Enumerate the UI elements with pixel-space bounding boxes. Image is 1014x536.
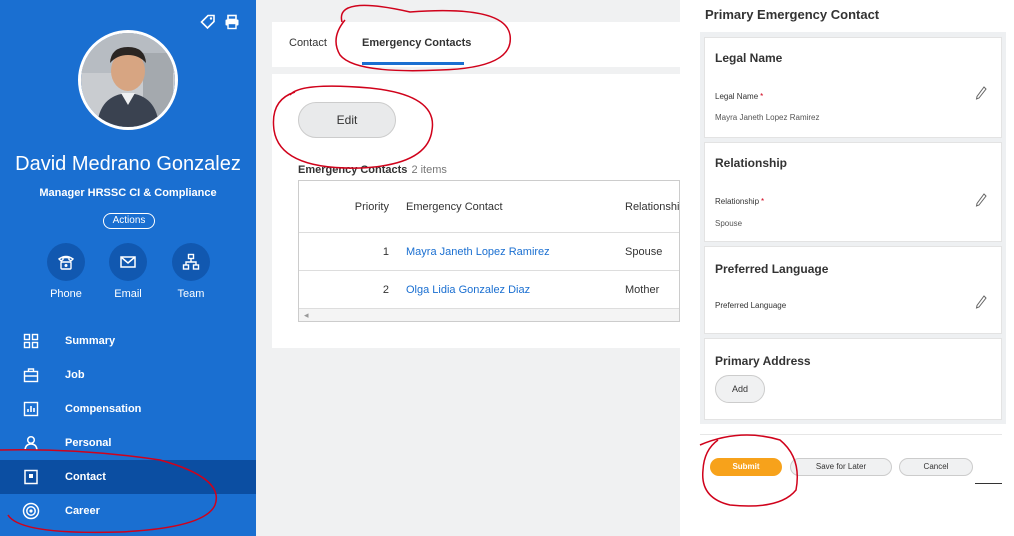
field-value: Spouse	[715, 219, 743, 228]
cell-relationship: Spouse	[625, 245, 663, 258]
actions-button[interactable]: Actions	[103, 213, 155, 229]
required-marker: *	[760, 92, 764, 101]
phone-icon[interactable]	[47, 243, 85, 281]
quick-action-phone[interactable]: Phone	[31, 243, 101, 300]
sidebar-item-career[interactable]: Career	[0, 494, 256, 528]
sidebar-item-label: Compensation	[65, 403, 142, 415]
quick-action-label: Phone	[50, 288, 82, 300]
section-preferred-language: Preferred Language Preferred Language	[704, 246, 1002, 334]
cell-contact-link[interactable]: Mayra Janeth Lopez Ramirez	[406, 246, 550, 258]
edit-button[interactable]: Edit	[298, 102, 396, 138]
print-icon[interactable]	[224, 14, 240, 35]
field-label-text: Relationship	[715, 197, 760, 206]
quick-action-label: Email	[114, 288, 142, 300]
table-title-text: Emergency Contacts	[298, 164, 408, 176]
table-row: 2 Olga Lidia Gonzalez Diaz Mother	[299, 271, 679, 309]
summary-icon	[22, 332, 40, 350]
sidebar-item-label: Job	[65, 369, 85, 381]
team-icon[interactable]	[172, 243, 210, 281]
column-header-contact[interactable]: Emergency Contact	[406, 201, 503, 213]
section-heading: Relationship	[715, 156, 788, 170]
save-for-later-button[interactable]: Save for Later	[790, 458, 892, 476]
tag-icon[interactable]	[200, 14, 216, 35]
submit-button[interactable]: Submit	[710, 458, 782, 476]
job-title: Manager HRSSC CI & Compliance	[39, 187, 217, 199]
sidebar-nav: Summary Job Compensation Personal Contac…	[0, 324, 256, 528]
table-header: Priority Emergency Contact Relationship	[299, 181, 679, 233]
field-value: Mayra Janeth Lopez Ramirez	[715, 113, 820, 122]
sidebar-item-contact[interactable]: Contact	[0, 460, 256, 494]
panel-title: Primary Emergency Contact	[705, 7, 880, 22]
quick-action-team[interactable]: Team	[156, 243, 226, 300]
column-header-priority[interactable]: Priority	[355, 201, 389, 213]
edit-pencil-icon[interactable]	[975, 295, 987, 309]
table-count: 2 items	[411, 164, 447, 176]
contact-icon	[22, 468, 40, 486]
career-icon	[22, 502, 40, 520]
table-title: Emergency Contacts 2 items	[298, 164, 447, 176]
tab-contact[interactable]: Contact	[289, 37, 327, 49]
cell-relationship: Mother	[625, 283, 660, 296]
sidebar-item-compensation[interactable]: Compensation	[0, 392, 256, 426]
quick-action-email[interactable]: Email	[93, 243, 163, 300]
quick-action-label: Team	[177, 288, 205, 300]
job-icon	[22, 366, 40, 384]
edit-pencil-icon[interactable]	[975, 86, 987, 100]
worker-sidebar: David Medrano Gonzalez Manager HRSSC CI …	[0, 0, 256, 536]
worker-name: David Medrano Gonzalez	[15, 153, 241, 175]
sidebar-item-label: Summary	[65, 335, 116, 347]
sidebar-item-label: Career	[65, 505, 100, 517]
cancel-button[interactable]: Cancel	[899, 458, 973, 476]
active-tab-indicator	[362, 62, 464, 65]
horizontal-scrollbar[interactable]: ◂	[299, 309, 679, 321]
edit-pencil-icon[interactable]	[975, 193, 987, 207]
footer-divider	[700, 434, 1002, 435]
compensation-icon	[22, 400, 40, 418]
avatar[interactable]	[78, 30, 178, 130]
person-icon	[22, 434, 40, 452]
field-label-text: Legal Name	[715, 92, 759, 101]
cell-contact-link[interactable]: Olga Lidia Gonzalez Diaz	[406, 284, 530, 296]
add-address-button[interactable]: Add	[715, 375, 765, 403]
tab-emergency-contacts[interactable]: Emergency Contacts	[362, 37, 471, 49]
field-label: Legal Name *	[715, 92, 763, 101]
section-legal-name: Legal Name Legal Name * Mayra Janeth Lope…	[704, 37, 1002, 138]
section-heading: Primary Address	[715, 354, 811, 368]
footer-rule	[975, 483, 1002, 484]
section-heading: Preferred Language	[715, 262, 829, 276]
column-header-relationship[interactable]: Relationship	[625, 201, 679, 213]
sidebar-item-job[interactable]: Job	[0, 358, 256, 392]
field-label: Relationship *	[715, 197, 764, 206]
section-relationship: Relationship Relationship * Spouse	[704, 142, 1002, 242]
section-primary-address: Primary Address Add	[704, 338, 1002, 420]
cell-priority: 2	[382, 283, 389, 296]
email-icon[interactable]	[109, 243, 147, 281]
sidebar-tools	[200, 14, 240, 35]
sidebar-item-summary[interactable]: Summary	[0, 324, 256, 358]
sidebar-item-label: Contact	[65, 471, 106, 483]
sidebar-item-label: Personal	[65, 437, 112, 449]
cell-priority: 1	[382, 245, 389, 258]
emergency-contacts-table: Priority Emergency Contact Relationship …	[298, 180, 680, 322]
section-heading: Legal Name	[715, 51, 783, 65]
required-marker: *	[761, 197, 765, 206]
scroll-left-icon[interactable]: ◂	[304, 310, 309, 321]
sidebar-item-personal[interactable]: Personal	[0, 426, 256, 460]
table-row: 1 Mayra Janeth Lopez Ramirez Spouse	[299, 233, 679, 271]
field-label: Preferred Language	[715, 301, 787, 310]
tab-bar: Contact Emergency Contacts	[272, 22, 680, 67]
